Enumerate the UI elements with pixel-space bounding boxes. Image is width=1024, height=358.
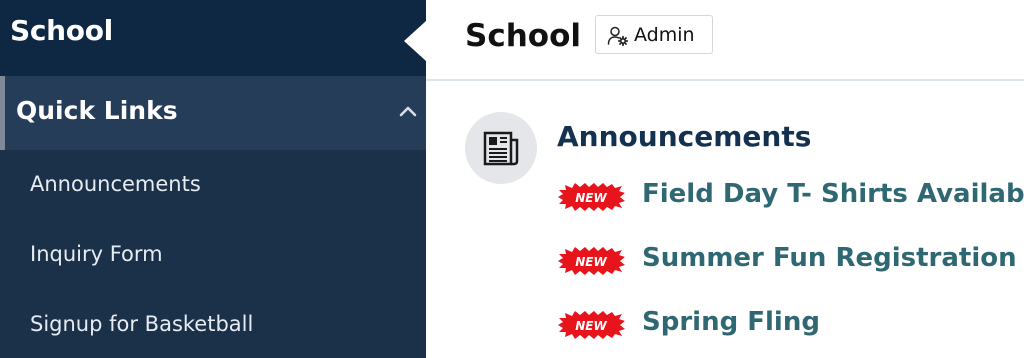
sidebar: School Quick Links Announcements Inquiry… (0, 0, 426, 358)
page-title: School (465, 18, 581, 54)
new-badge-text: NEW (575, 319, 607, 333)
sidebar-item-inquiry-form[interactable]: Inquiry Form (0, 220, 426, 290)
header-divider (426, 79, 1024, 81)
announcements-icon-circle (465, 112, 537, 184)
sidebar-notch (404, 21, 426, 61)
new-badge-icon: NEW (558, 311, 625, 339)
sidebar-item-signup-basketball[interactable]: Signup for Basketball (0, 290, 426, 358)
sidebar-item-label: Announcements (30, 172, 201, 196)
announcements-heading: Announcements (557, 120, 812, 153)
new-badge-text: NEW (575, 191, 607, 205)
new-badge-text: NEW (575, 255, 607, 269)
sidebar-item-label: Signup for Basketball (30, 312, 254, 336)
user-gear-icon (607, 26, 629, 47)
sidebar-item-announcements[interactable]: Announcements (0, 150, 426, 220)
new-badge-icon: NEW (558, 247, 625, 275)
announcement-link[interactable]: Spring Fling (642, 307, 820, 337)
chevron-up-icon[interactable] (398, 104, 418, 118)
admin-button-label: Admin (634, 24, 695, 46)
announcement-link[interactable]: Summer Fun Registration (642, 243, 1017, 273)
announcement-link[interactable]: Field Day T- Shirts Available (642, 179, 1024, 209)
sidebar-links: Announcements Inquiry Form Signup for Ba… (0, 150, 426, 358)
admin-button[interactable]: Admin (595, 15, 713, 54)
new-badge-icon: NEW (558, 183, 625, 211)
page: School Quick Links Announcements Inquiry… (0, 0, 1024, 358)
section-label: Quick Links (16, 96, 178, 125)
sidebar-title: School (10, 14, 113, 47)
sidebar-header: School (0, 0, 426, 76)
section-accent-bar (0, 76, 5, 150)
newspaper-icon (483, 131, 519, 166)
sidebar-item-label: Inquiry Form (30, 242, 163, 266)
sidebar-section-quick-links[interactable]: Quick Links (0, 76, 426, 150)
